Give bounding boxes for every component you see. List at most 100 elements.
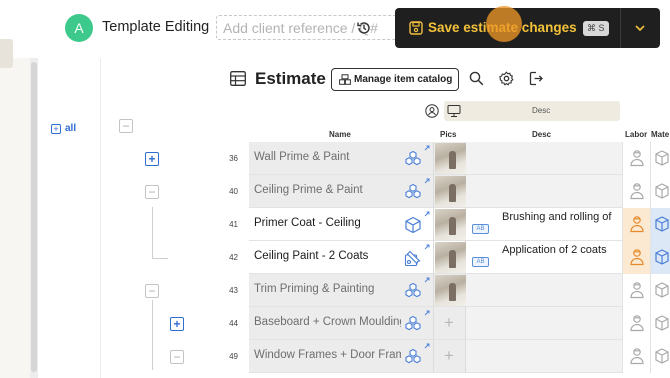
- collapse-row-toggle[interactable]: −: [170, 350, 184, 364]
- custom-item-icon[interactable]: [404, 249, 422, 267]
- column-header-labor[interactable]: Labor: [625, 130, 647, 139]
- labor-toggle[interactable]: [622, 274, 650, 307]
- collapse-row-toggle[interactable]: −: [145, 284, 159, 298]
- item-description-cell[interactable]: AB Brushing and rolling of: [466, 208, 622, 241]
- save-estimate-button[interactable]: Save estimate changes ⌘ S: [395, 8, 620, 48]
- material-toggle[interactable]: [650, 340, 670, 373]
- column-header-materials[interactable]: Mate: [651, 130, 669, 139]
- export-icon[interactable]: [528, 71, 543, 86]
- item-photo-thumbnail[interactable]: [435, 209, 466, 240]
- table-row[interactable]: − 49 Window Frames + Door Frames +: [100, 340, 670, 373]
- page-title: Template Editing: [102, 19, 210, 35]
- open-link-icon[interactable]: [424, 145, 430, 151]
- material-toggle[interactable]: [650, 307, 670, 340]
- table-grid-icon: [230, 71, 246, 86]
- item-photo-thumbnail[interactable]: [435, 176, 466, 207]
- tree-connector-line: [152, 258, 168, 259]
- labor-toggle[interactable]: [622, 340, 650, 373]
- table-row[interactable]: 41 Primer Coat - Ceiling AB Brushing and…: [100, 208, 670, 241]
- all-filter-label: all: [65, 123, 77, 134]
- item-description-cell[interactable]: [466, 274, 622, 307]
- item-description-cell[interactable]: [466, 142, 622, 175]
- open-link-icon[interactable]: [424, 343, 430, 349]
- cubes-icon[interactable]: [404, 150, 422, 168]
- item-description-cell[interactable]: AB Application of 2 coats: [466, 241, 622, 274]
- table-row[interactable]: − 40 Ceiling Prime & Paint: [100, 175, 670, 208]
- material-toggle[interactable]: [650, 208, 670, 241]
- add-photo-icon[interactable]: +: [444, 347, 454, 364]
- settings-icon[interactable]: [499, 71, 514, 86]
- open-link-icon[interactable]: [424, 244, 430, 250]
- item-photo-cell[interactable]: [433, 175, 466, 208]
- ai-text-badge-icon[interactable]: AB: [472, 224, 489, 234]
- table-row[interactable]: − 43 Trim Priming & Painting: [100, 274, 670, 307]
- item-photo-cell[interactable]: +: [433, 307, 466, 340]
- cube-icon[interactable]: [404, 216, 422, 234]
- cubes-icon[interactable]: [404, 315, 422, 333]
- desc-column-toggle[interactable]: Desc: [532, 106, 550, 115]
- labor-toggle[interactable]: [622, 142, 650, 175]
- expand-all-icon: +: [51, 124, 61, 134]
- item-photo-thumbnail[interactable]: [435, 275, 466, 306]
- material-toggle[interactable]: [650, 241, 670, 274]
- line-number: 40: [229, 187, 238, 196]
- expand-row-toggle[interactable]: +: [170, 317, 184, 331]
- item-name: Wall Prime & Paint: [254, 151, 350, 163]
- collapse-all-toggle[interactable]: −: [119, 119, 133, 133]
- item-photo-cell[interactable]: [433, 142, 466, 175]
- item-photo-thumbnail[interactable]: [435, 143, 466, 174]
- item-photo-cell[interactable]: [433, 208, 466, 241]
- labor-toggle[interactable]: [622, 307, 650, 340]
- labor-toggle[interactable]: [622, 241, 650, 274]
- cubes-icon[interactable]: [404, 183, 422, 201]
- photo-figure: [449, 184, 456, 202]
- search-icon[interactable]: [469, 71, 484, 86]
- item-photo-cell[interactable]: [433, 274, 466, 307]
- labor-column-toggle-icon[interactable]: [425, 104, 439, 118]
- column-header-pics[interactable]: Pics: [440, 130, 456, 139]
- line-number: 36: [229, 154, 238, 163]
- labor-toggle[interactable]: [622, 208, 650, 241]
- item-photo-cell[interactable]: [433, 241, 466, 274]
- expand-row-toggle[interactable]: +: [145, 152, 159, 166]
- cubes-icon[interactable]: [404, 282, 422, 300]
- scrollbar-thumb[interactable]: [31, 62, 37, 372]
- column-header-name[interactable]: Name: [329, 130, 351, 139]
- item-photo-cell[interactable]: +: [433, 340, 466, 373]
- material-toggle[interactable]: [650, 142, 670, 175]
- item-description-cell[interactable]: [466, 175, 622, 208]
- ai-text-badge-icon[interactable]: AB: [472, 257, 489, 267]
- tree-connector-line: [152, 207, 153, 259]
- open-link-icon[interactable]: [424, 178, 430, 184]
- material-toggle[interactable]: [650, 274, 670, 307]
- item-name: Trim Priming & Painting: [254, 283, 375, 295]
- item-description-cell[interactable]: [466, 340, 622, 373]
- material-toggle[interactable]: [650, 175, 670, 208]
- avatar[interactable]: A: [65, 14, 93, 42]
- save-button-label: Save estimate changes: [428, 20, 577, 35]
- item-name: Primer Coat - Ceiling: [254, 217, 361, 229]
- table-row[interactable]: 42 Ceiling Paint - 2 Coats AB Applicatio…: [100, 241, 670, 274]
- item-name: Ceiling Paint - 2 Coats: [254, 250, 369, 262]
- add-photo-icon[interactable]: +: [444, 314, 454, 331]
- panel-collapse-handle[interactable]: [0, 39, 13, 68]
- cubes-icon[interactable]: [404, 348, 422, 366]
- item-photo-thumbnail[interactable]: [435, 242, 466, 273]
- open-link-icon[interactable]: [424, 277, 430, 283]
- collapse-row-toggle[interactable]: −: [145, 185, 159, 199]
- line-number: 43: [229, 286, 238, 295]
- labor-toggle[interactable]: [622, 175, 650, 208]
- item-name: Ceiling Prime & Paint: [254, 184, 363, 196]
- table-row[interactable]: +44 Baseboard + Crown Moulding +: [100, 307, 670, 340]
- photo-figure: [449, 283, 456, 301]
- open-link-icon[interactable]: [424, 310, 430, 316]
- line-number: 42: [229, 253, 238, 262]
- save-options-dropdown[interactable]: [621, 8, 660, 48]
- manage-item-catalog-button[interactable]: Manage item catalog: [331, 68, 459, 91]
- item-description-cell[interactable]: [466, 307, 622, 340]
- column-header-desc[interactable]: Desc: [532, 130, 551, 139]
- table-row[interactable]: +36 Wall Prime & Paint: [100, 142, 670, 175]
- pics-column-toggle-icon[interactable]: [447, 104, 461, 118]
- history-icon[interactable]: [356, 20, 372, 36]
- open-link-icon[interactable]: [424, 211, 430, 217]
